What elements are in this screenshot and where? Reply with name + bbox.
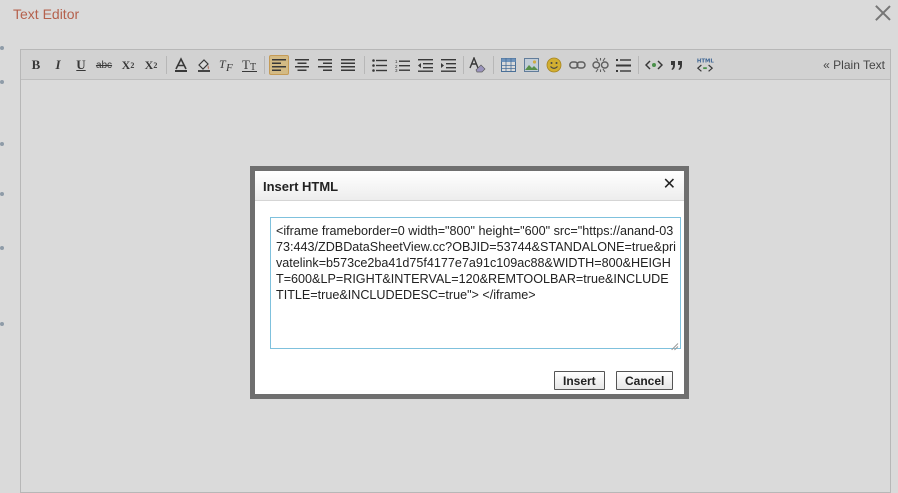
dialog-close-icon[interactable]: ✕ <box>663 177 676 193</box>
html-textarea[interactable]: <iframe frameborder=0 width="800" height… <box>270 217 681 349</box>
html-textarea-value: <iframe frameborder=0 width="800" height… <box>276 224 676 303</box>
dialog-title: Insert HTML <box>263 179 339 194</box>
insert-button[interactable]: Insert <box>554 371 605 390</box>
dialog-header: Insert HTML ✕ <box>255 171 684 201</box>
insert-html-dialog: Insert HTML ✕ <iframe frameborder=0 widt… <box>250 166 689 399</box>
cancel-button[interactable]: Cancel <box>616 371 674 390</box>
resize-handle-icon[interactable] <box>671 339 679 347</box>
